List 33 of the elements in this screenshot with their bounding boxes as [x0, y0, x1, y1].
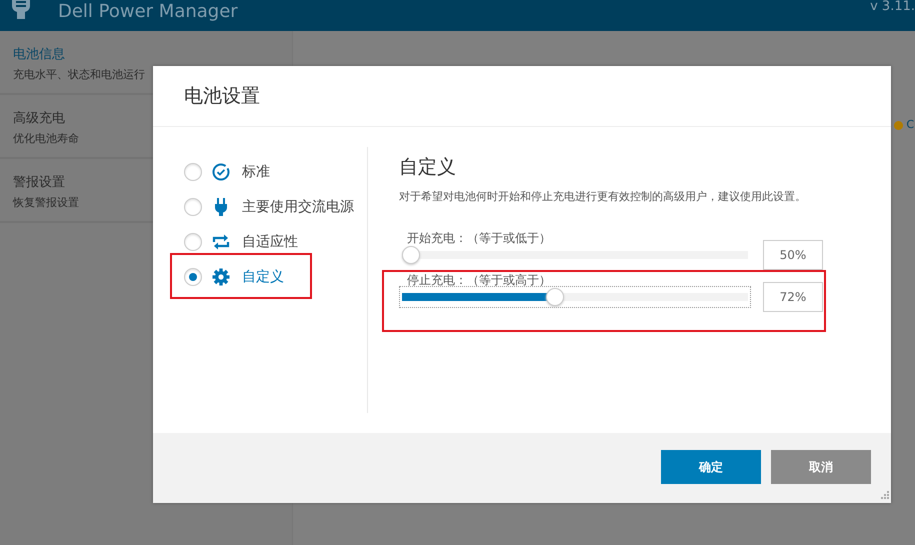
sidebar-item-description: 恢复警报设置 [13, 195, 79, 210]
option-label[interactable]: 主要使用交流电源 [242, 198, 354, 216]
version-label: v 3.11. [870, 0, 915, 14]
repeat-icon [211, 232, 231, 250]
slider-thumb[interactable] [402, 246, 420, 264]
slider-label: 开始充电：（等于或低于） [407, 230, 552, 246]
slider-thumb[interactable] [546, 288, 564, 306]
cancel-button[interactable]: 取消 [771, 450, 871, 484]
dialog-title: 电池设置 [184, 84, 260, 109]
radio-button[interactable] [184, 232, 202, 250]
sidebar-item[interactable]: 警报设置 [13, 173, 65, 191]
panel-description: 对于希望对电池何时开始和停止充电进行更有效控制的高级用户，建议使用此设置。 [399, 189, 807, 204]
sidebar-item-description: 优化电池寿命 [13, 131, 79, 146]
gear-icon [212, 268, 230, 286]
ok-button[interactable]: 确定 [661, 450, 761, 484]
resize-grip-icon [879, 491, 889, 501]
value-field[interactable]: 50% [763, 240, 823, 270]
app-title: Dell Power Manager [58, 1, 238, 23]
status-text: C [906, 119, 914, 131]
clock-check-icon [212, 162, 230, 180]
slider-label: 停止充电：（等于或高于） [407, 272, 552, 288]
option-label[interactable]: 标准 [242, 162, 270, 180]
radio-button[interactable] [184, 198, 202, 216]
value-field[interactable]: 72% [763, 282, 823, 312]
radio-button[interactable] [184, 268, 202, 286]
option-label[interactable]: 自适应性 [242, 232, 298, 250]
panel-heading: 自定义 [399, 155, 457, 180]
radio-button[interactable] [184, 162, 202, 180]
option-label[interactable]: 自定义 [242, 268, 284, 286]
sidebar-item[interactable]: 高级充电 [13, 109, 65, 127]
slider-track[interactable] [402, 246, 748, 264]
sidebar-item-description: 充电水平、状态和电池运行 [13, 67, 145, 82]
plug-icon [214, 196, 228, 216]
